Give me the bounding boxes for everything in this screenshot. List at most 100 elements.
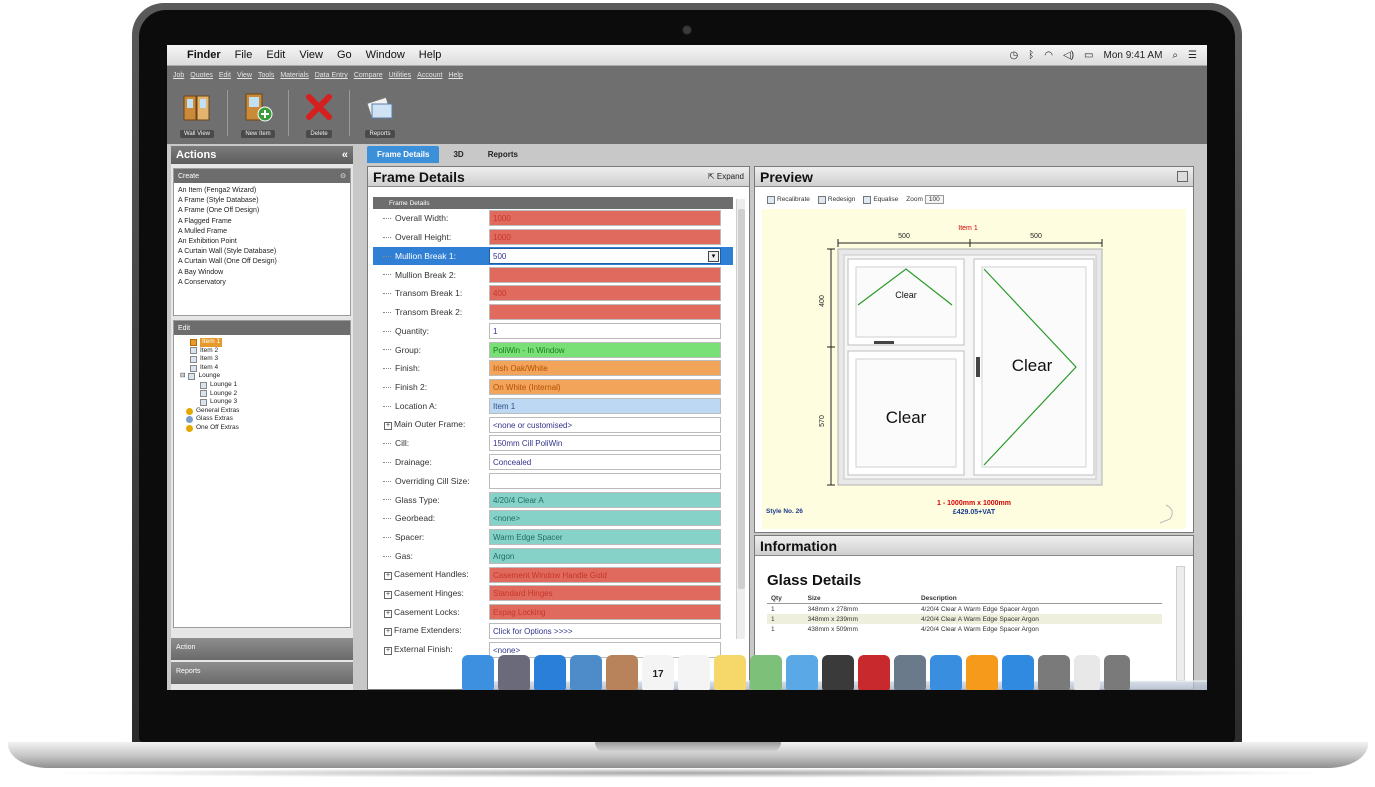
- app-menu-data-entry[interactable]: Data Entry: [315, 72, 348, 79]
- expand-plus-icon[interactable]: +: [384, 609, 392, 618]
- window-icon[interactable]: [1177, 171, 1188, 182]
- dropdown-arrow-icon[interactable]: ▾: [708, 250, 719, 262]
- create-item[interactable]: A Curtain Wall (Style Database): [178, 247, 346, 257]
- property-value[interactable]: Concealed: [489, 454, 721, 471]
- new-item-button[interactable]: New Item: [232, 88, 284, 138]
- property-value[interactable]: 1000: [489, 210, 721, 227]
- property-value[interactable]: Espag Locking: [489, 604, 721, 621]
- calendar-icon[interactable]: 17: [642, 655, 674, 690]
- create-item[interactable]: A Bay Window: [178, 268, 346, 278]
- collapse-icon[interactable]: «: [342, 149, 348, 161]
- maps-icon[interactable]: [750, 655, 782, 690]
- property-row[interactable]: Gas: Argon: [373, 547, 733, 566]
- tree-item[interactable]: Lounge 2: [178, 390, 346, 399]
- property-value[interactable]: 500: [489, 247, 721, 264]
- photo-booth-icon[interactable]: [858, 655, 890, 690]
- create-item[interactable]: A Mulled Frame: [178, 227, 346, 237]
- app-menu-materials[interactable]: Materials: [280, 72, 308, 79]
- menu-go[interactable]: Go: [337, 49, 352, 61]
- expand-minus-icon[interactable]: ⊟: [180, 372, 185, 381]
- contacts-icon[interactable]: [606, 655, 638, 690]
- create-item[interactable]: A Frame (One Off Design): [178, 206, 346, 216]
- expand-plus-icon[interactable]: +: [384, 628, 392, 637]
- property-value[interactable]: Standard Hinges: [489, 585, 721, 602]
- property-value[interactable]: Argon: [489, 547, 721, 564]
- property-value[interactable]: PoliWin - In Window: [489, 341, 721, 358]
- system-preferences-icon[interactable]: [1038, 655, 1070, 690]
- property-row[interactable]: Finish 2: On White (Internal): [373, 378, 733, 397]
- property-value[interactable]: <none>: [489, 510, 721, 527]
- itunes-icon[interactable]: [930, 655, 962, 690]
- app-menu-tools[interactable]: Tools: [258, 72, 274, 79]
- create-item[interactable]: A Frame (Style Database): [178, 196, 346, 206]
- notification-center-icon[interactable]: ☰: [1188, 50, 1197, 61]
- reports-sidebar-button[interactable]: Reports: [171, 662, 353, 684]
- documents-icon[interactable]: [1074, 655, 1100, 690]
- property-row[interactable]: Location A: Item 1: [373, 397, 733, 416]
- property-value[interactable]: Casement Window Handle Gold: [489, 566, 721, 583]
- property-row[interactable]: Overall Width: 1000: [373, 209, 733, 228]
- table-row[interactable]: 1 348mm x 239mm 4/20/4 Clear A Warm Edge…: [767, 614, 1162, 624]
- menu-edit[interactable]: Edit: [266, 49, 285, 61]
- property-row[interactable]: + Casement Hinges: Standard Hinges: [373, 584, 733, 603]
- property-row[interactable]: Glass Type: 4/20/4 Clear A: [373, 490, 733, 509]
- app-menu-quotes[interactable]: Quotes: [190, 72, 213, 79]
- property-value[interactable]: On White (Internal): [489, 379, 721, 396]
- battery-icon[interactable]: ▭: [1084, 50, 1093, 61]
- property-row[interactable]: + Frame Extenders: Click for Options >>>>: [373, 622, 733, 641]
- menu-file[interactable]: File: [235, 49, 253, 61]
- recalibrate-button[interactable]: Recalibrate: [767, 195, 810, 204]
- tab-reports[interactable]: Reports: [478, 146, 528, 163]
- ibooks-icon[interactable]: [966, 655, 998, 690]
- property-value[interactable]: [489, 304, 721, 321]
- safari-icon[interactable]: [534, 655, 566, 690]
- property-value[interactable]: 150mm Cill PoliWin: [489, 435, 721, 452]
- menu-finder[interactable]: Finder: [187, 49, 221, 61]
- mail-icon[interactable]: [570, 655, 602, 690]
- expand-button[interactable]: ⇱ Expand: [708, 172, 744, 181]
- app-menu-help[interactable]: Help: [448, 72, 462, 79]
- property-row[interactable]: Finish: Irish Oak/White: [373, 359, 733, 378]
- trash-icon[interactable]: [1104, 655, 1130, 690]
- tree-item[interactable]: Item 4: [178, 364, 346, 373]
- expand-plus-icon[interactable]: +: [384, 572, 392, 581]
- property-value[interactable]: <none or customised>: [489, 416, 721, 433]
- launchpad-icon[interactable]: [498, 655, 530, 690]
- menu-view[interactable]: View: [299, 49, 323, 61]
- tree-item[interactable]: Item 3: [178, 355, 346, 364]
- property-value[interactable]: [489, 472, 721, 489]
- app-menu-account[interactable]: Account: [417, 72, 442, 79]
- time-machine-icon[interactable]: ◷: [1010, 50, 1019, 61]
- property-value[interactable]: Warm Edge Spacer: [489, 529, 721, 546]
- notes-icon[interactable]: [714, 655, 746, 690]
- tree-item[interactable]: Lounge 3: [178, 398, 346, 407]
- property-row[interactable]: Cill: 150mm Cill PoliWin: [373, 434, 733, 453]
- app-menu-view[interactable]: View: [237, 72, 252, 79]
- create-item[interactable]: An Exhibition Point: [178, 237, 346, 247]
- action-button[interactable]: Action: [171, 638, 353, 660]
- property-row[interactable]: Group: PoliWin - In Window: [373, 340, 733, 359]
- tree-item[interactable]: General Extras: [178, 407, 346, 416]
- create-item[interactable]: A Curtain Wall (One Off Design): [178, 257, 346, 267]
- property-row[interactable]: Quantity: 1: [373, 322, 733, 341]
- tab-3d[interactable]: 3D: [443, 146, 473, 163]
- tree-item[interactable]: One Off Extras: [178, 424, 346, 433]
- property-row[interactable]: Spacer: Warm Edge Spacer: [373, 528, 733, 547]
- collapse-up-icon[interactable]: ⊙: [340, 172, 346, 180]
- wifi-icon[interactable]: ◠: [1044, 50, 1053, 61]
- menu-help[interactable]: Help: [419, 49, 442, 61]
- wall-view-button[interactable]: Wall View: [171, 88, 223, 138]
- expand-plus-icon[interactable]: +: [384, 422, 392, 431]
- app-store-icon[interactable]: [1002, 655, 1034, 690]
- property-row[interactable]: Mullion Break 1: 500 ▾: [373, 246, 733, 266]
- volume-icon[interactable]: ◁): [1063, 50, 1074, 61]
- property-value[interactable]: 400: [489, 285, 721, 302]
- property-row[interactable]: Georbead: <none>: [373, 509, 733, 528]
- property-value[interactable]: [489, 266, 721, 283]
- property-value[interactable]: Item 1: [489, 397, 721, 414]
- menu-window[interactable]: Window: [366, 49, 405, 61]
- property-value[interactable]: Click for Options >>>>: [489, 622, 721, 639]
- property-row[interactable]: + Casement Handles: Casement Window Handle…: [373, 565, 733, 584]
- property-value[interactable]: 4/20/4 Clear A: [489, 491, 721, 508]
- property-row[interactable]: Drainage: Concealed: [373, 453, 733, 472]
